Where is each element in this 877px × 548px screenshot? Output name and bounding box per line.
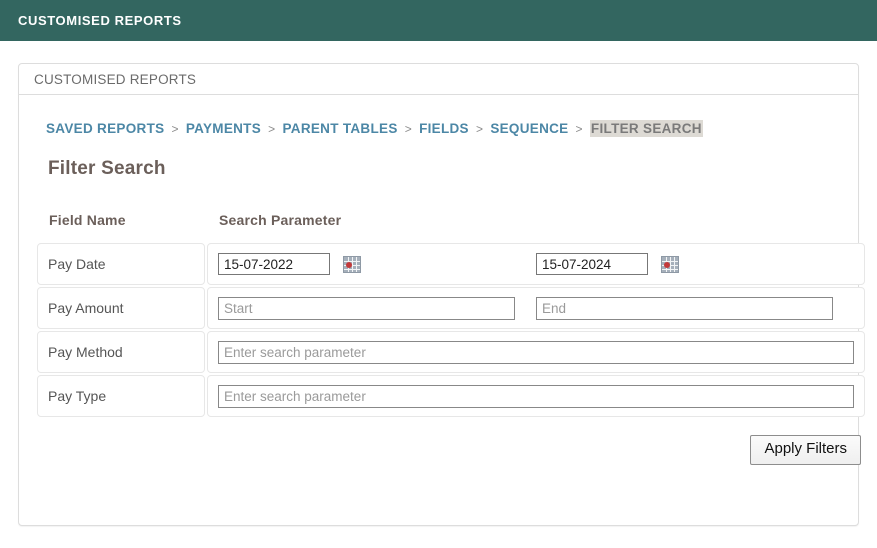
row-param-pay-method [207, 331, 865, 373]
column-header-search-parameter: Search Parameter [219, 212, 342, 228]
breadcrumb-separator: > [171, 122, 179, 136]
panel-body: SAVED REPORTS > PAYMENTS > PARENT TABLES… [19, 95, 865, 465]
filter-table: Field Name Search Parameter Pay Date 15-… [35, 210, 867, 419]
breadcrumb-separator: > [575, 122, 583, 136]
app-header-bar: CUSTOMISED REPORTS [0, 0, 877, 41]
row-param-pay-amount [207, 287, 865, 329]
panel-header-title: CUSTOMISED REPORTS [34, 71, 197, 87]
breadcrumb-separator: > [475, 122, 484, 136]
breadcrumb-item-payments[interactable]: PAYMENTS [186, 121, 261, 136]
pay-amount-start-slot [218, 296, 536, 320]
row-label-pay-type: Pay Type [37, 375, 205, 417]
apply-filters-button[interactable]: Apply Filters [750, 435, 861, 465]
calendar-icon[interactable] [661, 255, 679, 273]
pay-date-end-input[interactable] [536, 253, 648, 275]
table-row: Pay Amount [37, 287, 865, 329]
filter-table-body: Pay Date 15-07-2022 15-07-2024 Pay Amoun… [37, 243, 865, 417]
filter-table-head: Field Name Search Parameter [37, 212, 865, 241]
table-row: Pay Method [37, 331, 865, 373]
table-header-row: Field Name Search Parameter [37, 212, 865, 241]
row-param-pay-type [207, 375, 865, 417]
pay-amount-end-input[interactable] [536, 296, 833, 320]
action-row: Apply Filters [35, 435, 863, 465]
breadcrumb-item-fields[interactable]: FIELDS [419, 121, 469, 136]
row-label-pay-method: Pay Method [37, 331, 205, 373]
app-title: CUSTOMISED REPORTS [18, 13, 182, 28]
pay-date-end-slot [536, 253, 854, 275]
panel-header: CUSTOMISED REPORTS [19, 64, 858, 95]
breadcrumb-item-filter-search-current: FILTER SEARCH [589, 120, 703, 137]
pay-amount-start-input[interactable] [218, 296, 515, 320]
page-title: Filter Search [48, 158, 166, 179]
customised-reports-panel: CUSTOMISED REPORTS SAVED REPORTS > PAYME… [18, 63, 865, 526]
column-header-field-name: Field Name [49, 212, 126, 228]
breadcrumb-item-sequence[interactable]: SEQUENCE [490, 121, 568, 136]
calendar-icon[interactable] [343, 255, 361, 273]
table-row: Pay Type [37, 375, 865, 417]
row-param-pay-date [207, 243, 865, 285]
row-label-pay-date: Pay Date [37, 243, 205, 285]
pay-method-input[interactable] [218, 340, 854, 364]
row-label-pay-amount: Pay Amount [37, 287, 205, 329]
breadcrumb-separator: > [268, 122, 276, 136]
breadcrumb: SAVED REPORTS > PAYMENTS > PARENT TABLES… [35, 120, 842, 137]
breadcrumb-item-parent-tables[interactable]: PARENT TABLES [282, 121, 397, 136]
pay-date-start-slot [218, 253, 536, 275]
breadcrumb-item-saved-reports[interactable]: SAVED REPORTS [46, 121, 164, 136]
pay-type-input[interactable] [218, 384, 854, 408]
table-row: Pay Date [37, 243, 865, 285]
breadcrumb-separator: > [404, 122, 412, 136]
pay-amount-end-slot [536, 296, 854, 320]
pay-date-start-input[interactable] [218, 253, 330, 275]
